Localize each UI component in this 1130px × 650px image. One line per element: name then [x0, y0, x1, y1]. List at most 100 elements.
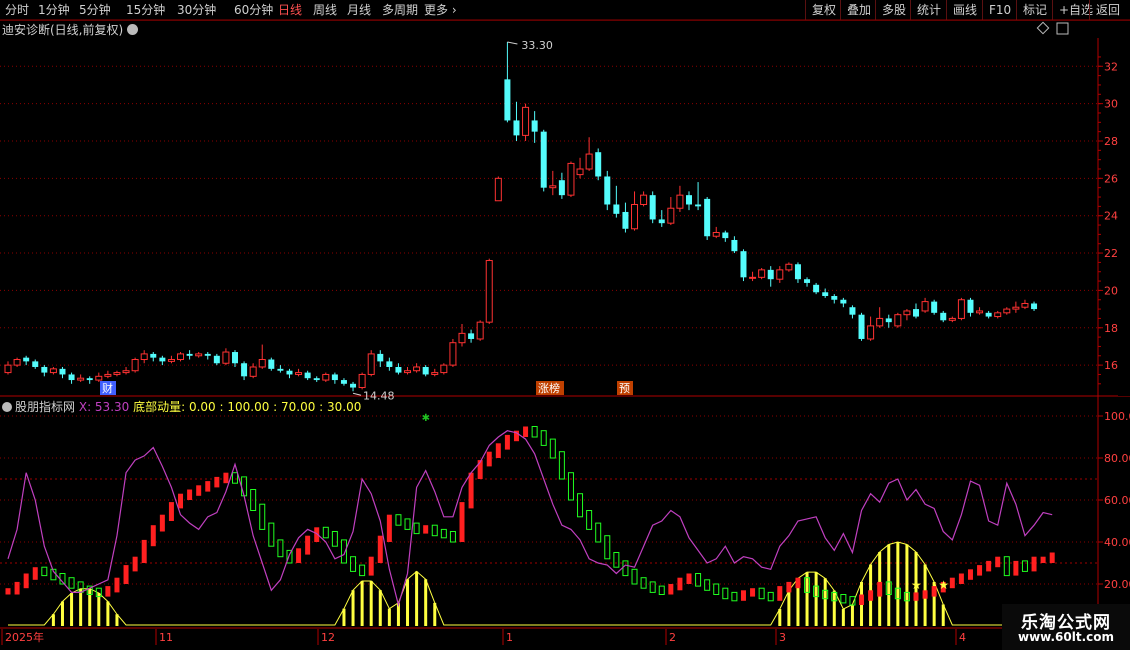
indicator-name: 股朋指标网 — [15, 400, 76, 414]
candle-up — [295, 372, 303, 375]
candle-down — [695, 204, 702, 207]
indicator-bar-up — [1040, 556, 1046, 563]
indicator-bar-up — [459, 502, 465, 542]
indicator-bottom-momentum: 底部动量: 0.00 : 100.00 : 70.00 : 30.00 — [133, 400, 362, 414]
indicator-bar-up — [168, 502, 174, 521]
event-marker: 预 — [619, 382, 630, 395]
candle-up — [758, 269, 766, 278]
candle-down — [531, 120, 538, 132]
candle-up — [494, 177, 502, 202]
candle-up — [957, 299, 965, 319]
time-axis-label: 12 — [321, 631, 335, 644]
indicator-bar-down — [250, 489, 257, 511]
candle-up — [567, 162, 575, 196]
momentum-bar — [787, 590, 791, 626]
candle-up — [867, 325, 875, 340]
indicator-bar-up — [386, 514, 392, 542]
indicator-bar-down — [395, 514, 402, 526]
indicator-bar-down — [440, 528, 447, 539]
candle-down — [86, 378, 93, 381]
momentum-bar — [70, 592, 74, 626]
candle-up — [522, 106, 530, 136]
candle-up — [585, 153, 593, 170]
momentum-bar — [369, 580, 373, 626]
indicator-bar-down — [558, 451, 565, 480]
candle-down — [395, 366, 402, 373]
candle-up — [785, 263, 793, 271]
candle-up — [1012, 306, 1020, 310]
indicator-bar-down — [604, 535, 611, 560]
candle-up — [222, 351, 230, 364]
momentum-bar — [415, 571, 419, 626]
indicator-bar-up — [504, 434, 510, 450]
indicator-bar-down — [1021, 560, 1028, 572]
time-axis-label: 1 — [506, 631, 513, 644]
candle-up — [631, 203, 639, 230]
candle-down — [504, 79, 511, 121]
high-price-label: 33.30 — [521, 39, 553, 52]
indicator-bar-down — [322, 526, 329, 539]
candle-down — [858, 314, 865, 339]
candle-up — [876, 317, 884, 327]
indicator-bar-down — [540, 430, 547, 446]
indicator-bar-up — [949, 577, 955, 589]
indicator-bar-up — [305, 535, 311, 555]
star-icon: ★ — [911, 578, 922, 592]
candle-down — [731, 239, 738, 252]
indicator-bar-down — [577, 493, 584, 518]
indicator-bar-down — [232, 472, 238, 484]
candle-up — [640, 194, 648, 205]
momentum-bar — [814, 572, 818, 626]
candle-down — [558, 180, 565, 196]
candle-down — [422, 366, 429, 375]
signal-icon: ✱ — [422, 413, 430, 424]
indicator-bar-down — [449, 531, 456, 543]
candle-down — [767, 269, 774, 280]
candle-up — [712, 232, 720, 237]
candle-up — [749, 276, 757, 279]
candle-down — [967, 299, 974, 313]
momentum-bar — [106, 601, 110, 626]
candle-down — [277, 368, 284, 371]
indicator-title: 股朋指标网 X: 53.30 底部动量: 0.00 : 100.00 : 70.… — [2, 398, 361, 415]
indicator-bar-up — [178, 493, 184, 509]
candle-down — [985, 312, 992, 317]
time-axis-label: 2025年 — [5, 630, 44, 644]
indicator-bar-up — [5, 588, 11, 595]
candle-up — [167, 359, 175, 362]
candle-up — [122, 370, 130, 374]
candle-down — [350, 383, 357, 388]
candle-up — [440, 364, 448, 374]
watermark-logo: 乐淘公式网 www.60lt.com — [1002, 604, 1130, 650]
indicator-tick-label: 40.00 — [1104, 536, 1130, 549]
momentum-bar — [378, 590, 382, 626]
indicator-bar-down — [722, 587, 729, 600]
candle-up — [249, 366, 257, 377]
indicator-tick-label: 100.0 — [1104, 410, 1130, 423]
indicator-bar-up — [795, 577, 801, 589]
chart-canvas[interactable]: 32.0030.0028.0026.0024.0022.0020.0018.00… — [0, 0, 1130, 650]
indicator-bar-up — [995, 556, 1001, 568]
indicator-bar-up — [105, 586, 111, 597]
indicator-bar-up — [132, 556, 138, 572]
momentum-bar — [841, 609, 845, 626]
candle-up — [195, 353, 203, 357]
candle-down — [386, 361, 393, 367]
indicator-bar-down — [41, 566, 48, 577]
candle-up — [667, 207, 675, 224]
momentum-bar — [896, 542, 900, 626]
indicator-bar-down — [567, 472, 574, 501]
indicator-bar-down — [631, 568, 638, 585]
candle-down — [286, 370, 293, 375]
indicator-bar-up — [123, 565, 129, 584]
indicator-bar-up — [468, 472, 474, 509]
indicator-bar-down — [531, 426, 538, 438]
candle-down — [313, 378, 320, 381]
candle-down — [794, 264, 801, 280]
candle-down — [649, 195, 656, 220]
indicator-bar-up — [296, 548, 302, 563]
collapse-icon[interactable] — [2, 402, 12, 412]
candle-down — [186, 353, 193, 356]
candle-down — [804, 279, 811, 283]
candle-up — [104, 373, 112, 377]
